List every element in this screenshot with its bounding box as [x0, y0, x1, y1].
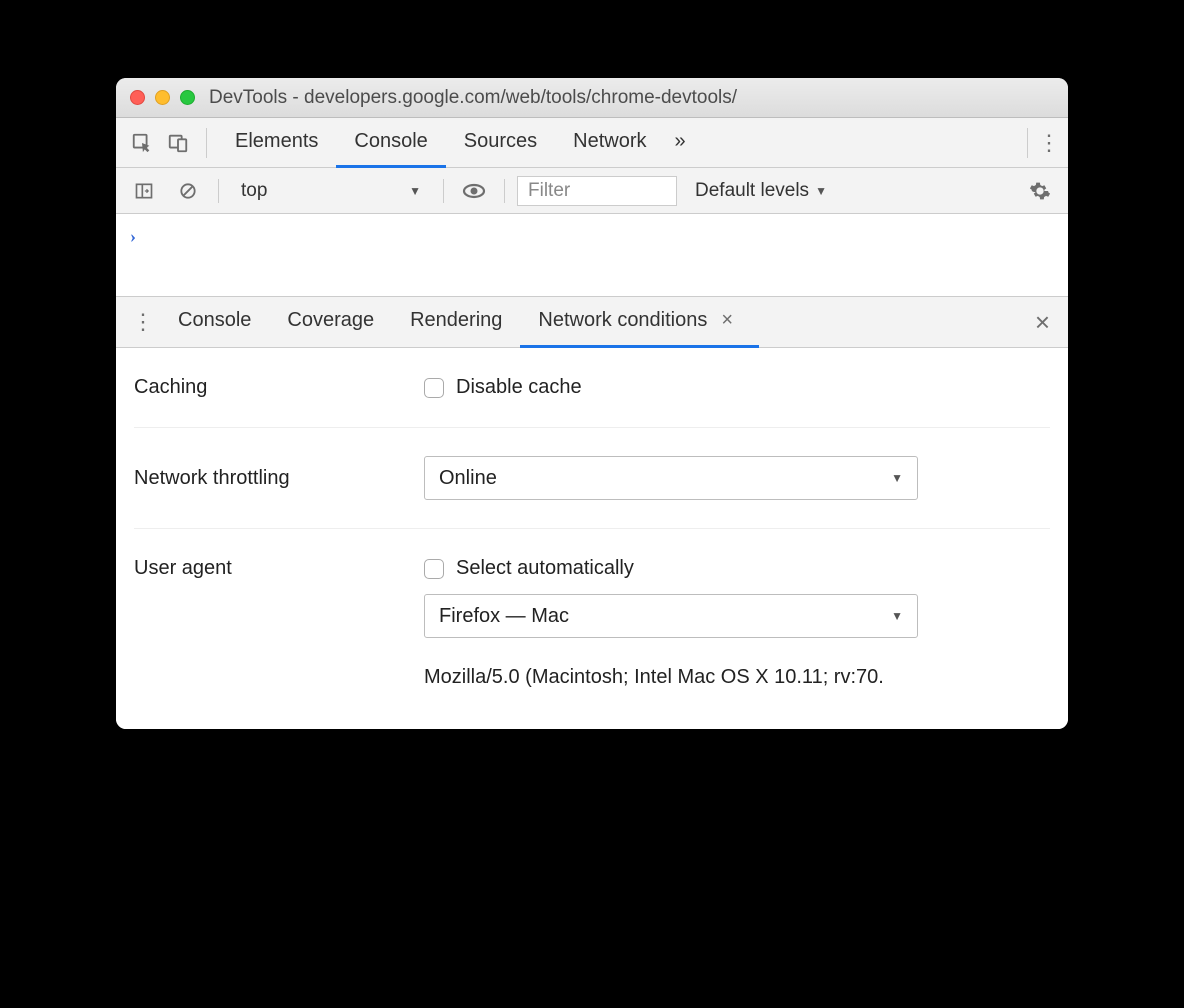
context-selector[interactable]: top ▼: [231, 176, 431, 206]
device-toggle-icon[interactable]: [166, 131, 190, 155]
live-expression-icon[interactable]: [462, 179, 486, 203]
chevron-down-icon: ▼: [409, 184, 421, 198]
drawer-tab-network-conditions[interactable]: Network conditions ×: [520, 296, 759, 348]
caching-label: Caching: [134, 376, 424, 399]
levels-label: Default levels: [695, 180, 809, 202]
settings-gear-icon[interactable]: [1028, 179, 1052, 203]
disable-cache-checkbox[interactable]: Disable cache: [424, 376, 1050, 399]
console-sidebar-toggle-icon[interactable]: [132, 179, 156, 203]
close-drawer-icon[interactable]: ×: [1027, 307, 1058, 338]
tab-console[interactable]: Console: [336, 118, 445, 168]
separator: [218, 179, 219, 203]
ua-value: Firefox — Mac: [439, 605, 569, 628]
zoom-window-button[interactable]: [180, 90, 195, 105]
network-conditions-panel: Caching Disable cache Network throttling…: [116, 348, 1068, 729]
chevron-down-icon: ▼: [891, 609, 903, 623]
console-prompt: ›: [130, 226, 136, 246]
window-title: DevTools - developers.google.com/web/too…: [209, 87, 737, 109]
separator: [206, 128, 207, 158]
drawer-tab-coverage[interactable]: Coverage: [269, 296, 392, 348]
ua-auto-checkbox[interactable]: Select automatically: [424, 557, 1050, 580]
kebab-menu-icon[interactable]: ⋮: [1038, 130, 1060, 156]
disable-cache-label: Disable cache: [456, 376, 582, 399]
devtools-window: DevTools - developers.google.com/web/too…: [116, 78, 1068, 729]
checkbox-icon: [424, 378, 444, 398]
titlebar: DevTools - developers.google.com/web/too…: [116, 78, 1068, 118]
clear-console-icon[interactable]: [176, 179, 200, 203]
close-tab-icon[interactable]: ×: [713, 309, 741, 332]
more-tabs-button[interactable]: »: [665, 118, 696, 168]
caching-row: Caching Disable cache: [134, 348, 1050, 428]
separator: [504, 179, 505, 203]
drawer-menu-icon[interactable]: ⋮: [132, 309, 154, 335]
tab-sources[interactable]: Sources: [446, 118, 555, 168]
tab-network[interactable]: Network: [555, 118, 664, 168]
tab-elements[interactable]: Elements: [217, 118, 336, 168]
console-toolbar: top ▼ Default levels ▼: [116, 168, 1068, 214]
separator: [1027, 128, 1028, 158]
close-window-button[interactable]: [130, 90, 145, 105]
checkbox-icon: [424, 559, 444, 579]
chevron-down-icon: ▼: [815, 184, 827, 198]
ua-auto-label: Select automatically: [456, 557, 634, 580]
drawer-tab-label: Network conditions: [538, 309, 707, 332]
console-area[interactable]: ›: [116, 214, 1068, 296]
context-value: top: [241, 180, 267, 202]
user-agent-select[interactable]: Firefox — Mac ▼: [424, 594, 918, 638]
filter-input[interactable]: [517, 176, 677, 206]
user-agent-row: User agent Select automatically Firefox …: [134, 529, 1050, 689]
log-levels-selector[interactable]: Default levels ▼: [695, 180, 827, 202]
user-agent-label: User agent: [134, 557, 424, 580]
minimize-window-button[interactable]: [155, 90, 170, 105]
drawer-tab-rendering[interactable]: Rendering: [392, 296, 520, 348]
chevron-down-icon: ▼: [891, 471, 903, 485]
traffic-lights: [130, 90, 195, 105]
throttling-select[interactable]: Online ▼: [424, 456, 918, 500]
throttling-value: Online: [439, 467, 497, 490]
drawer-tab-console[interactable]: Console: [160, 296, 269, 348]
separator: [443, 179, 444, 203]
inspect-icon[interactable]: [130, 131, 154, 155]
user-agent-string: Mozilla/5.0 (Macintosh; Intel Mac OS X 1…: [424, 652, 1050, 689]
throttling-row: Network throttling Online ▼: [134, 428, 1050, 529]
throttling-label: Network throttling: [134, 467, 424, 490]
drawer-tab-bar: ⋮ Console Coverage Rendering Network con…: [116, 296, 1068, 348]
main-tab-bar: Elements Console Sources Network » ⋮: [116, 118, 1068, 168]
